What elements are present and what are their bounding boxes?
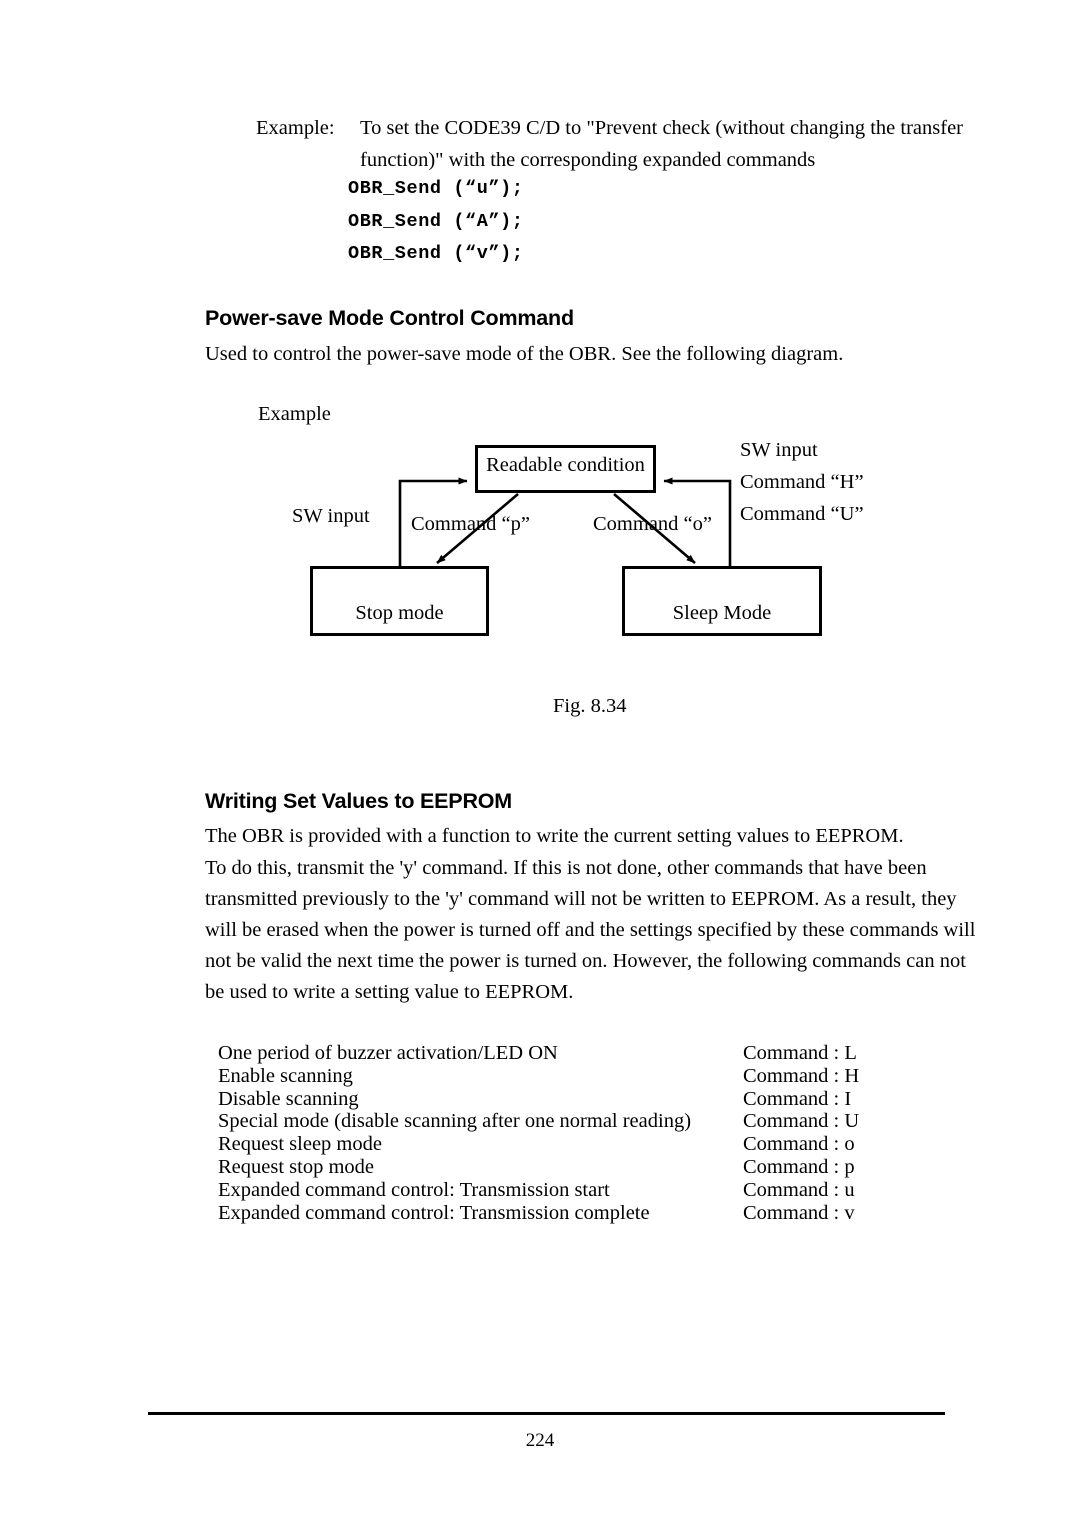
command-list-description: Special mode (disable scanning after one…: [218, 1110, 692, 1133]
command-list-description: Disable scanning: [218, 1087, 359, 1110]
diagram-box-readable-condition-label: Readable condition: [486, 454, 645, 476]
example-text-line-1: To set the CODE39 C/D to "Prevent check …: [360, 117, 963, 139]
command-list-description: Request sleep mode: [218, 1133, 382, 1156]
command-list-description: Request stop mode: [218, 1155, 375, 1178]
eeprom-paragraph: To do this, transmit the 'y' command. If…: [205, 857, 976, 1003]
diagram-box-sleep-mode-label: Sleep Mode: [672, 602, 772, 624]
command-list-row: Request stop mode Command : p: [218, 1156, 938, 1179]
code-line-obr-send-u: OBR_Send (“u”);: [348, 178, 524, 199]
diagram-box-readable-condition: Readable condition: [475, 445, 656, 493]
command-list-description: Expanded command control: Transmission s…: [218, 1178, 610, 1201]
section-heading-power-save: Power-save Mode Control Command: [205, 306, 574, 330]
command-list-row: Expanded command control: Transmission s…: [218, 1179, 938, 1202]
command-list-description: One period of buzzer activation/LED ON: [218, 1042, 558, 1064]
diagram-label-command-o: Command “o”: [593, 513, 712, 535]
diagram-label-command-h: Command “H”: [740, 471, 864, 493]
diagram-box-stop-mode-label: Stop mode: [355, 602, 444, 624]
eeprom-command-list: One period of buzzer activation/LED ON Co…: [218, 1042, 938, 1224]
power-save-state-diagram: Example Readable condition Stop mode Sle…: [205, 395, 965, 715]
command-list-command: Command : U: [743, 1110, 860, 1133]
code-line-obr-send-v: OBR_Send (“v”);: [348, 243, 524, 264]
diagram-label-command-p: Command “p”: [411, 513, 530, 535]
example-text-line-2: function)" with the corresponding expand…: [360, 149, 816, 171]
diagram-box-sleep-mode: Sleep Mode: [622, 566, 822, 636]
command-list-row: Special mode (disable scanning after one…: [218, 1110, 938, 1133]
figure-caption: Fig. 8.34: [553, 695, 627, 717]
power-save-description: Used to control the power-save mode of t…: [205, 343, 844, 365]
command-list-row: Request sleep mode Command : o: [218, 1133, 938, 1156]
diagram-box-stop-mode: Stop mode: [310, 566, 489, 636]
code-line-obr-send-a: OBR_Send (“A”);: [348, 211, 524, 232]
command-list-command: Command : I: [743, 1087, 852, 1110]
section-heading-eeprom: Writing Set Values to EEPROM: [205, 789, 513, 813]
eeprom-description: The OBR is provided with a function to w…: [205, 825, 904, 847]
command-list-description: Enable scanning: [218, 1064, 353, 1087]
diagram-label-command-u: Command “U”: [740, 503, 864, 525]
command-list-row: Disable scanning Command : I: [218, 1088, 938, 1111]
document-page: Example: To set the CODE39 C/D to "Preve…: [0, 0, 1080, 1528]
diagram-label-sw-input-right: SW input: [740, 439, 818, 461]
diagram-connector-lines: [398, 477, 732, 566]
example-label: Example:: [256, 117, 335, 139]
diagram-label-sw-input-left: SW input: [292, 505, 370, 527]
command-list-command: Command : p: [743, 1155, 855, 1178]
footer-divider: [148, 1412, 945, 1415]
command-list-command: Command : o: [743, 1133, 855, 1156]
command-list-description: Expanded command control: Transmission c…: [218, 1201, 650, 1224]
command-list-row: Enable scanning Command : H: [218, 1065, 938, 1088]
command-list-command: Command : v: [743, 1201, 855, 1224]
command-list-command: Command : u: [743, 1178, 855, 1201]
command-list-row: One period of buzzer activation/LED ON Co…: [218, 1042, 938, 1065]
command-list-command: Command : L: [743, 1042, 857, 1064]
command-list-row: Expanded command control: Transmission c…: [218, 1202, 938, 1225]
command-list-command: Command : H: [743, 1064, 860, 1087]
page-number: 224: [525, 1430, 555, 1451]
